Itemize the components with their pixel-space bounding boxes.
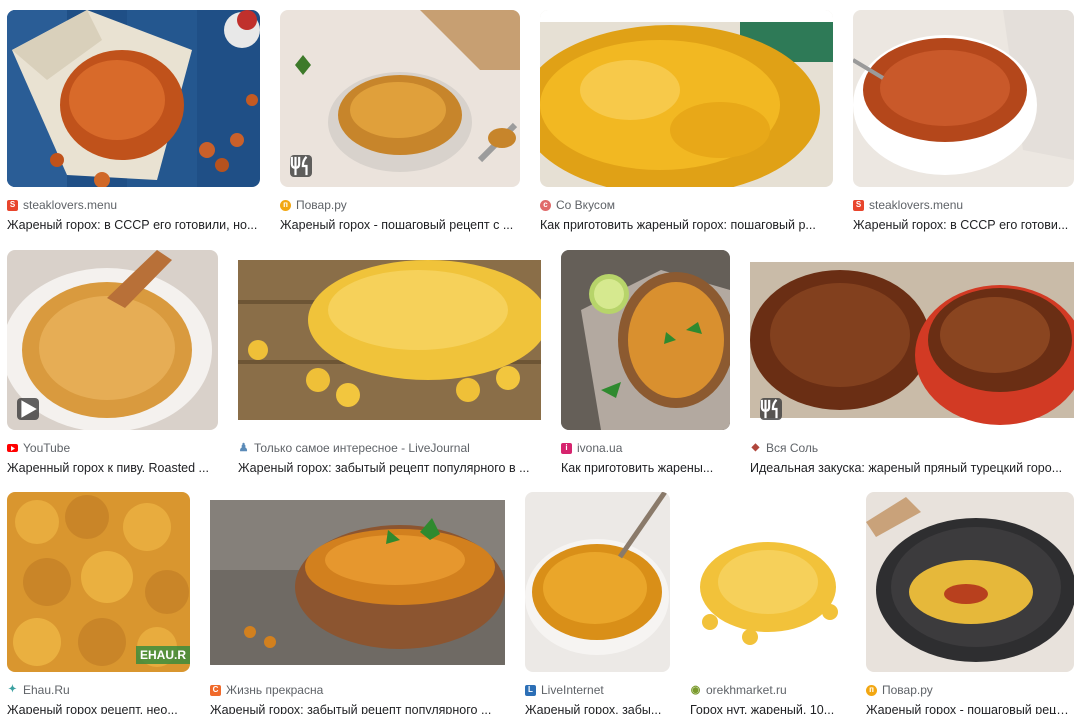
- result-card[interactable]: YouTube Жаренный горох к пиву. Roasted .…: [7, 250, 218, 477]
- result-source[interactable]: п Повар.ру: [866, 683, 1074, 697]
- chickpea-photo: [540, 10, 833, 187]
- chickpea-photo: [690, 492, 846, 672]
- watermark: EHAU.R: [135, 646, 190, 664]
- ehau-icon: ✦: [8, 684, 17, 695]
- result-card[interactable]: L LiveInternet Жареный горох, забы...: [525, 492, 670, 714]
- result-thumbnail[interactable]: [210, 492, 505, 672]
- result-card[interactable]: S steaklovers.menu Жареный горох: в СССР…: [853, 10, 1074, 234]
- povar-icon: п: [866, 684, 877, 696]
- chickpea-photo: [7, 10, 260, 187]
- youtube-icon: [7, 444, 18, 452]
- chickpea-photo: [750, 250, 1074, 430]
- chickpea-photo: [866, 492, 1074, 672]
- result-thumbnail[interactable]: [7, 250, 218, 430]
- result-title[interactable]: Жареный горох: в СССР его готовили, но..…: [7, 218, 260, 234]
- ivona-icon: i: [561, 442, 572, 454]
- result-title[interactable]: Жареный горох, забы...: [525, 703, 670, 714]
- result-thumbnail[interactable]: [853, 10, 1074, 187]
- result-card[interactable]: i ivona.ua Как приготовить жарены...: [561, 250, 730, 477]
- result-card[interactable]: ◆ Вся Соль Идеальная закуска: жареный пр…: [750, 250, 1074, 477]
- result-card[interactable]: c Со Вкусом Как приготовить жареный горо…: [540, 10, 833, 234]
- result-source[interactable]: S steaklovers.menu: [853, 198, 1074, 212]
- result-source[interactable]: c Со Вкусом: [540, 198, 833, 212]
- result-card[interactable]: ♟ Только самое интересное - LiveJournal …: [238, 250, 541, 477]
- result-title[interactable]: Идеальная закуска: жареный пряный турецк…: [750, 461, 1074, 477]
- result-thumbnail[interactable]: [540, 10, 833, 187]
- chickpea-photo: [853, 10, 1074, 187]
- result-source[interactable]: C Жизнь прекрасна: [210, 683, 505, 697]
- result-title[interactable]: Жареный горох: в СССР его готови...: [853, 218, 1074, 234]
- result-source[interactable]: L LiveInternet: [525, 683, 670, 697]
- result-title[interactable]: Жареный горох рецепт, нео...: [7, 703, 190, 714]
- result-thumbnail[interactable]: [7, 10, 260, 187]
- s-red-icon: S: [853, 199, 864, 211]
- result-thumbnail[interactable]: [561, 250, 730, 430]
- liveinternet-icon: L: [525, 684, 536, 696]
- result-thumbnail[interactable]: [525, 492, 670, 672]
- result-title[interactable]: Горох нут, жареный, 10...: [690, 703, 846, 714]
- play-icon[interactable]: [17, 398, 39, 420]
- chickpea-photo: [7, 492, 190, 672]
- result-card[interactable]: EHAU.R ✦ Ehau.Ru Жареный горох рецепт, н…: [7, 492, 190, 714]
- result-title[interactable]: Жареный горох: забытый рецепт популярног…: [210, 703, 505, 714]
- s-red-icon: S: [7, 199, 18, 211]
- result-source[interactable]: S steaklovers.menu: [7, 198, 260, 212]
- zhizn-icon: C: [210, 684, 221, 696]
- recipe-icon: [290, 155, 312, 177]
- result-source[interactable]: YouTube: [7, 441, 218, 455]
- vsyasol-icon: ◆: [751, 442, 760, 453]
- result-card[interactable]: C Жизнь прекрасна Жареный горох: забытый…: [210, 492, 505, 714]
- recipe-icon: [760, 398, 782, 420]
- result-source[interactable]: ◉ orekhmarket.ru: [690, 683, 846, 697]
- result-title[interactable]: Как приготовить жареный горох: пошаговый…: [540, 218, 833, 234]
- result-card[interactable]: п Повар.ру Жареный горох - пошаговый рец…: [280, 10, 520, 234]
- sovkusom-icon: c: [540, 199, 551, 211]
- result-source[interactable]: ◆ Вся Соль: [750, 441, 1074, 455]
- chickpea-photo: [280, 10, 520, 187]
- result-title[interactable]: Жаренный горох к пиву. Roasted ...: [7, 461, 218, 477]
- result-card[interactable]: ◉ orekhmarket.ru Горох нут, жареный, 10.…: [690, 492, 846, 714]
- result-card[interactable]: S steaklovers.menu Жареный горох: в СССР…: [7, 10, 260, 234]
- result-thumbnail[interactable]: EHAU.R: [7, 492, 190, 672]
- orekh-icon: ◉: [690, 683, 701, 696]
- chickpea-photo: [561, 250, 730, 430]
- result-source[interactable]: i ivona.ua: [561, 441, 730, 455]
- result-thumbnail[interactable]: [866, 492, 1074, 672]
- result-title[interactable]: Жареный горох: забытый рецепт популярног…: [238, 461, 541, 477]
- chickpea-photo: [210, 492, 505, 672]
- result-thumbnail[interactable]: [750, 250, 1074, 430]
- result-thumbnail[interactable]: [280, 10, 520, 187]
- povar-icon: п: [280, 199, 291, 211]
- livejournal-icon: ♟: [238, 441, 249, 454]
- result-source[interactable]: ♟ Только самое интересное - LiveJournal: [238, 441, 541, 455]
- chickpea-photo: [525, 492, 670, 672]
- result-title[interactable]: Жареный горох - пошаговый рецепт с ...: [280, 218, 520, 234]
- result-source[interactable]: ✦ Ehau.Ru: [7, 683, 190, 697]
- result-source[interactable]: п Повар.ру: [280, 198, 520, 212]
- result-thumbnail[interactable]: [238, 250, 541, 430]
- result-card[interactable]: п Повар.ру Жареный горох - пошаговый рец…: [866, 492, 1074, 714]
- chickpea-photo: [238, 250, 541, 430]
- result-thumbnail[interactable]: [690, 492, 846, 672]
- result-title[interactable]: Жареный горох - пошаговый рецепт с ...: [866, 703, 1074, 714]
- result-title[interactable]: Как приготовить жарены...: [561, 461, 730, 477]
